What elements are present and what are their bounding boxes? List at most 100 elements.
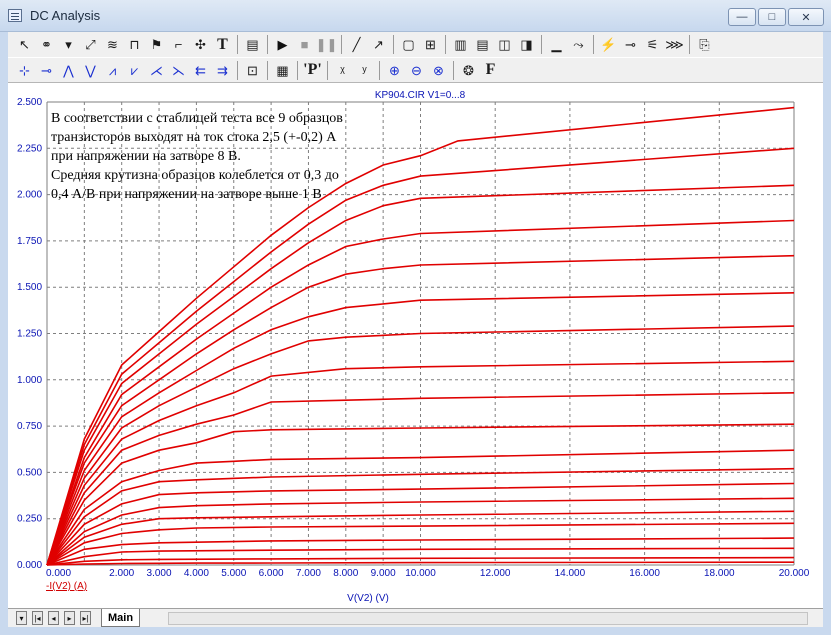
cross-up-icon[interactable]: ⋌	[146, 60, 167, 81]
x-tick-label: 10.000	[405, 568, 436, 579]
x-tick-label: 7.000	[296, 568, 321, 579]
probe-icon[interactable]: ⚡	[598, 34, 619, 55]
max-icon[interactable]: ⋀	[58, 60, 79, 81]
grid-dense-icon[interactable]: ▥	[450, 34, 471, 55]
tokens-icon[interactable]: ⊓	[124, 34, 145, 55]
x-axis-label-icon[interactable]: ᵡ	[332, 60, 353, 81]
grid-icon[interactable]: ⊞	[420, 34, 441, 55]
sheet-bar: ▾ |◂ ◂ ▸ ▸| Main	[8, 608, 823, 627]
nav-next-button[interactable]: ▸	[64, 611, 75, 625]
baseline-icon[interactable]: ▁	[546, 34, 567, 55]
window-title: DC Analysis	[30, 8, 101, 23]
x-tick-label: 3.000	[147, 568, 172, 579]
nav-down-button[interactable]: ▾	[16, 611, 27, 625]
peak-right-icon[interactable]: ⊸	[36, 60, 57, 81]
scale-icon[interactable]: ⤢	[80, 34, 101, 55]
pause-icon[interactable]: ❚❚	[316, 34, 338, 55]
select-arrow-icon[interactable]: ↖	[14, 34, 35, 55]
x-tick-label: 8.000	[333, 568, 358, 579]
annotation-line: 0,4 А/В при напряжении на затворе выше 1…	[51, 187, 322, 202]
flag-icon[interactable]: ⚑	[146, 34, 167, 55]
go-right-icon[interactable]: ⇉	[212, 60, 233, 81]
x-axis-label: V(V2) (V)	[347, 593, 389, 604]
bias-icon[interactable]: ⚟	[642, 34, 663, 55]
y-tick-label: 1.250	[17, 329, 42, 340]
node-select-icon[interactable]: ⚭	[36, 34, 57, 55]
toolbar-separator	[327, 60, 328, 80]
sweep-icon[interactable]: ⋙	[664, 34, 685, 55]
tag-icon[interactable]: ⊸	[620, 34, 641, 55]
y-axis-label-icon[interactable]: ʸ	[354, 60, 375, 81]
x-tick-label: 20.000	[779, 568, 810, 579]
x-tick-label: 12.000	[480, 568, 511, 579]
toolbar-separator	[593, 35, 594, 54]
dc-analysis-chart[interactable]: 0.000 0.250 0.500 0.750 1.000 1.250 1.500 1.750…	[8, 84, 823, 608]
y-axis-label: -I(V2) (A)	[46, 581, 87, 592]
wave-icon[interactable]: ≋	[102, 34, 123, 55]
nav-prev-button[interactable]: ◂	[48, 611, 59, 625]
run-icon[interactable]: ▶	[272, 34, 293, 55]
y-tick-label: 0.250	[17, 514, 42, 525]
y-tick-label: 1.500	[17, 282, 42, 293]
toolbar-separator	[267, 60, 268, 80]
min-icon[interactable]: ⋁	[80, 60, 101, 81]
slope-down-icon[interactable]: ⩗	[124, 60, 145, 81]
frame-icon[interactable]: ▢	[398, 34, 419, 55]
close-button[interactable]: ✕	[788, 8, 824, 26]
plot-header: KP904.CIR V1=0...8	[375, 90, 466, 101]
y-tick-label: 2.500	[17, 97, 42, 108]
label-p-icon[interactable]: 'P'	[302, 60, 323, 81]
window-frame-right	[823, 32, 831, 635]
y-tick-label: 2.250	[17, 143, 42, 154]
y-tick-label: 0.750	[17, 421, 42, 432]
x-tick-label: 4.000	[184, 568, 209, 579]
go-left-icon[interactable]: ⇇	[190, 60, 211, 81]
table-icon[interactable]: ▦	[272, 60, 293, 81]
sheet-tab-main[interactable]: Main	[101, 609, 141, 627]
x-tick-label: 6.000	[259, 568, 284, 579]
y-tick-label: 0.500	[17, 467, 42, 478]
toolbar-separator	[297, 60, 298, 80]
plot-area[interactable]: 0.000 0.250 0.500 0.750 1.000 1.250 1.500 1.750…	[8, 84, 823, 608]
x-tick-label: 18.000	[704, 568, 735, 579]
palette-icon[interactable]: ❂	[458, 60, 479, 81]
toolbar-separator	[237, 60, 238, 80]
graph-node-icon[interactable]: ⌐	[168, 34, 189, 55]
cursor-icon[interactable]: ⤳	[568, 34, 589, 55]
y-tick-label: 2.000	[17, 190, 42, 201]
zoom-in-icon[interactable]: ⊕	[384, 60, 405, 81]
window-frame-left	[0, 32, 8, 635]
data-icon[interactable]: ⊡	[242, 60, 263, 81]
grid-cols-icon[interactable]: ◫	[494, 34, 515, 55]
arrow-line-icon[interactable]: ↗	[368, 34, 389, 55]
slope-up-icon[interactable]: ⩘	[102, 60, 123, 81]
y-tick-label: 0.000	[17, 560, 42, 571]
minimize-button[interactable]: —	[728, 8, 756, 26]
cross-down-icon[interactable]: ⋋	[168, 60, 189, 81]
toolbar-separator	[267, 35, 268, 54]
maximize-button[interactable]: □	[758, 8, 786, 26]
toolbar-main: ↖ ⚭ ▾ ⤢ ≋ ⊓ ⚑ ⌐ ✣ T ▤ ▶ ■ ❚❚ ╱ ↗ ▢ ⊞ ▥ ▤ ◫ ◨ ▁ ⤳ ⚡ ⊸ ⚟ ⋙ ⎘	[8, 32, 823, 57]
nav-first-button[interactable]: |◂	[32, 611, 43, 625]
text-tool-icon[interactable]: T	[212, 34, 233, 55]
peak-left-icon[interactable]: ⊹	[14, 60, 35, 81]
line-tool-icon[interactable]: ╱	[346, 34, 367, 55]
x-tick-label: 0.000	[46, 568, 71, 579]
x-tick-label: 16.000	[629, 568, 660, 579]
toolbar-separator	[237, 35, 238, 54]
output-icon[interactable]: ⎘	[694, 34, 715, 55]
dropdown-icon[interactable]: ▾	[58, 34, 79, 55]
grid-rows-icon[interactable]: ▤	[472, 34, 493, 55]
stop-icon[interactable]: ■	[294, 34, 315, 55]
window-frame-bottom	[0, 627, 831, 635]
y-tick-label: 1.000	[17, 375, 42, 386]
font-icon[interactable]: F	[480, 60, 501, 81]
nav-last-button[interactable]: ▸|	[80, 611, 91, 625]
cross-icon[interactable]: ✣	[190, 34, 211, 55]
zoom-fit-icon[interactable]: ⊗	[428, 60, 449, 81]
toolbar-separator	[445, 35, 446, 54]
horizontal-scrollbar[interactable]	[168, 612, 808, 625]
properties-icon[interactable]: ▤	[242, 34, 263, 55]
zoom-out-icon[interactable]: ⊖	[406, 60, 427, 81]
grid-split-icon[interactable]: ◨	[516, 34, 537, 55]
